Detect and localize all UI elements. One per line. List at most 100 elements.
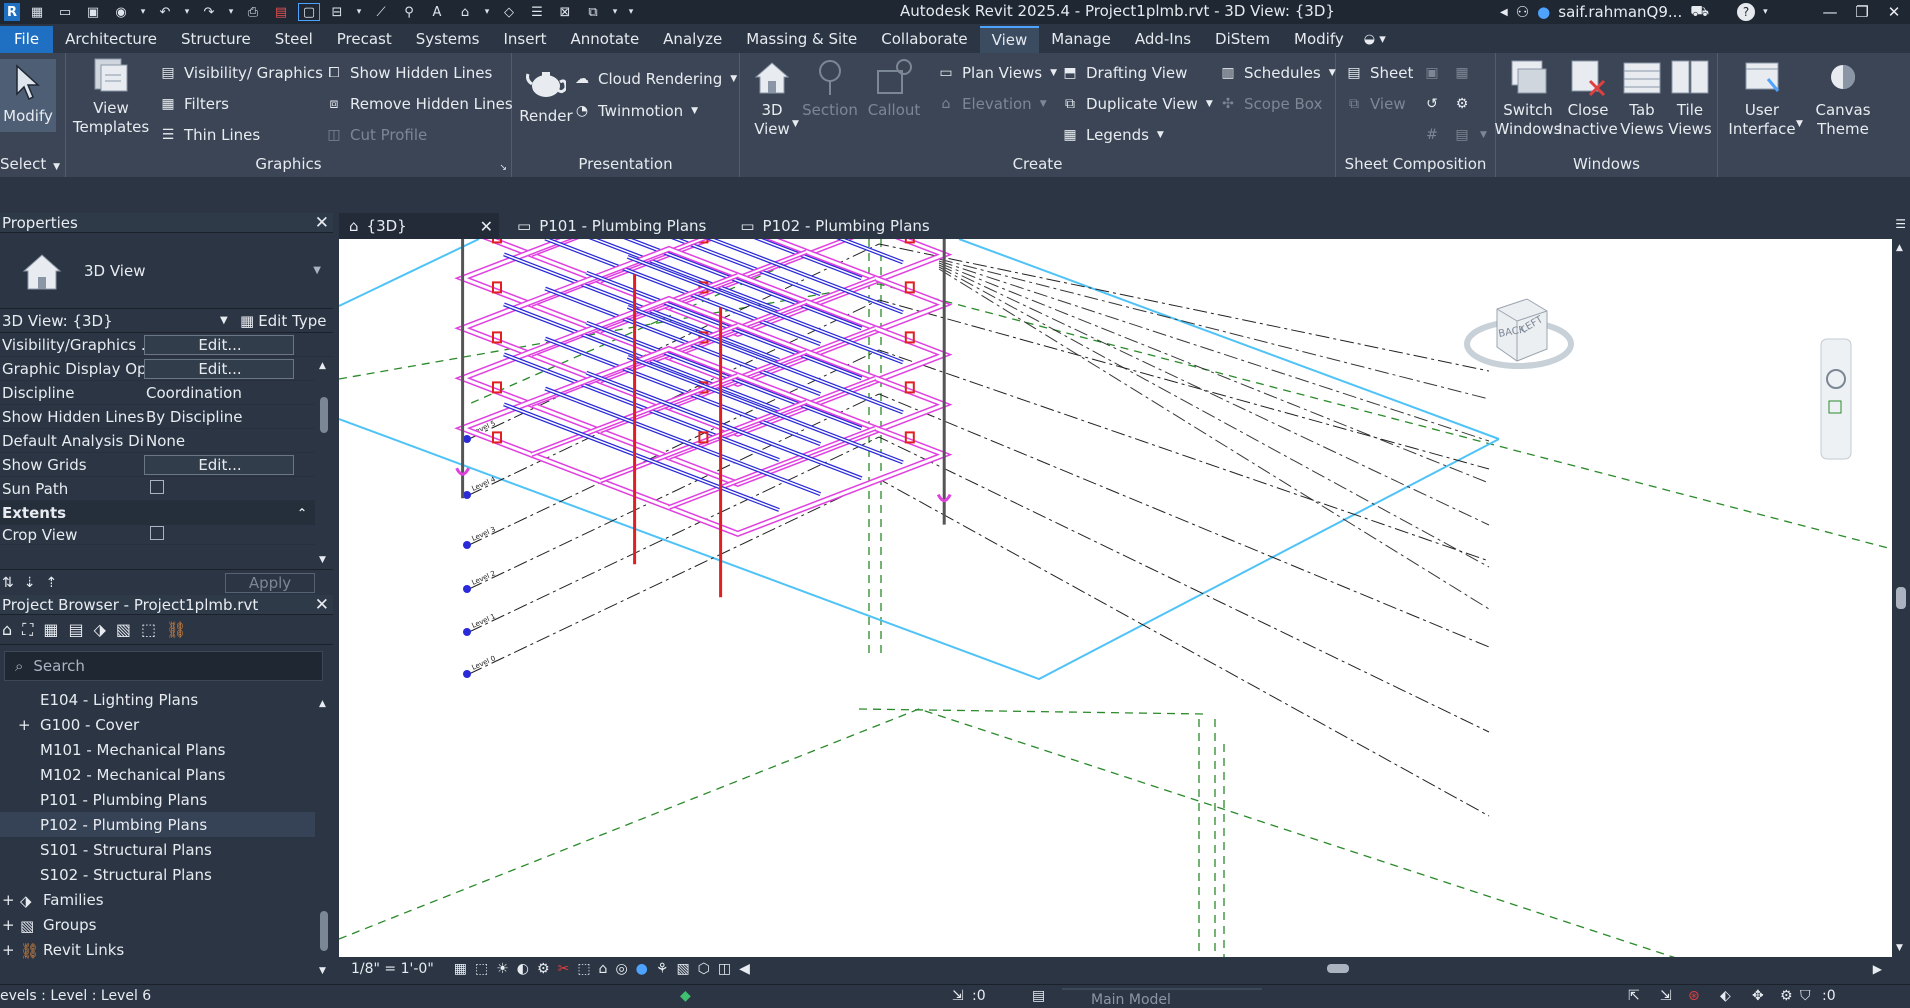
3d-view-button[interactable]: 3D View xyxy=(750,57,794,139)
revit-logo-icon[interactable]: R xyxy=(4,3,20,21)
close-icon[interactable]: ✕ xyxy=(1878,0,1910,24)
properties-scrollbar[interactable]: ▲ ▼ xyxy=(315,357,333,569)
list-item[interactable]: M102 - Mechanical Plans xyxy=(0,762,333,787)
undo-icon[interactable]: ↶ xyxy=(154,3,176,21)
sheet-button[interactable]: ▤ Sheet xyxy=(1344,61,1413,85)
crop-view-icon[interactable]: ✂ xyxy=(558,961,570,977)
remove-hidden-lines-button[interactable]: ⧈ Remove Hidden Lines xyxy=(324,92,513,116)
thin-lines-icon[interactable]: ☰ xyxy=(526,3,548,21)
expand-icon[interactable]: + xyxy=(2,916,15,934)
show-analytical-icon[interactable]: ⬡ xyxy=(698,961,710,977)
view-reference-icon[interactable]: # xyxy=(1422,123,1442,147)
help-icon[interactable]: ? xyxy=(1737,3,1756,21)
crop-view-checkbox[interactable] xyxy=(150,525,164,540)
restore-icon[interactable]: ❐ xyxy=(1846,0,1878,24)
chevron-down-icon[interactable]: ▾ xyxy=(354,3,364,21)
measure-icon[interactable]: ⊟ xyxy=(326,3,348,21)
elevation-button[interactable]: ⌂ Elevation ▼ xyxy=(936,92,1047,116)
open-icon[interactable]: ▭ xyxy=(54,3,76,21)
families-icon[interactable]: ⬗ xyxy=(94,620,106,639)
canvas-vertical-scrollbar[interactable]: ▲ ▼ xyxy=(1892,239,1910,957)
tab-add-ins[interactable]: Add-Ins xyxy=(1123,26,1203,53)
select-pinned-icon[interactable]: ⊛ xyxy=(1688,988,1700,1004)
filters-button[interactable]: ▦ Filters xyxy=(158,92,229,116)
3d-view-icon[interactable]: ⌂ xyxy=(454,3,476,21)
chevron-right-icon[interactable]: ▶ xyxy=(1873,962,1882,976)
visibility-graphics-button[interactable]: ▤ Visibility/ Graphics xyxy=(158,61,323,85)
minimize-icon[interactable]: — xyxy=(1814,0,1846,24)
expand-icon[interactable]: + xyxy=(2,891,15,909)
chevron-down-icon[interactable]: ▼ xyxy=(1796,119,1803,129)
text-icon[interactable]: A xyxy=(426,3,448,21)
canvas-theme-button[interactable]: Canvas Theme xyxy=(1808,57,1878,139)
tile-views-button[interactable]: Tile Views xyxy=(1668,57,1712,139)
groups-icon[interactable]: ▧ xyxy=(116,620,131,639)
arrow-left-icon[interactable]: ◀ xyxy=(1500,7,1508,18)
tab-analyze[interactable]: Analyze xyxy=(651,26,734,53)
tab-p101[interactable]: ▭ P101 - Plumbing Plans xyxy=(499,213,716,239)
print-icon[interactable]: ⎙ xyxy=(242,3,264,21)
expand-icon[interactable]: + xyxy=(18,716,31,734)
duplicate-view-button[interactable]: ⧉ Duplicate View ▼ xyxy=(1060,92,1213,116)
sheet-icon[interactable]: ▢ xyxy=(298,3,320,21)
chevron-down-icon[interactable]: ▾ xyxy=(182,3,192,21)
schedules-button[interactable]: ▥ Schedules ▼ xyxy=(1218,61,1335,85)
render-dialog-icon[interactable]: ⚙ xyxy=(537,961,550,977)
dimension-icon[interactable]: ⟋ xyxy=(370,3,392,21)
select-links-icon[interactable]: ⇱ xyxy=(1628,988,1640,1004)
edit-button[interactable]: Edit... xyxy=(144,334,294,355)
scope-box-button[interactable]: ✣ Scope Box xyxy=(1218,92,1322,116)
highlight-displacement-icon[interactable]: ◫ xyxy=(718,961,731,977)
chevron-down-icon[interactable]: ▾ xyxy=(610,3,620,21)
focus-icon[interactable]: ⛶ xyxy=(22,620,33,640)
section-button[interactable]: Section xyxy=(800,57,860,120)
tab-insert[interactable]: Insert xyxy=(492,26,559,53)
worksets-icon[interactable]: ⇲ xyxy=(952,988,964,1004)
cut-profile-button[interactable]: ◫ Cut Profile xyxy=(324,123,427,147)
list-item[interactable]: P101 - Plumbing Plans xyxy=(0,787,333,812)
user-name[interactable]: saif.rahmanQ9... xyxy=(1558,3,1682,21)
list-item[interactable]: + ⬗ Families xyxy=(0,887,333,912)
temporary-hide-icon[interactable]: ◎ xyxy=(615,961,627,977)
section-icon[interactable]: ◇ xyxy=(498,3,520,21)
collapse-icon[interactable]: ⌃ xyxy=(297,501,307,525)
browser-scrollbar[interactable]: ▲ ▼ xyxy=(315,695,333,980)
edit-button[interactable]: Edit... xyxy=(144,454,294,475)
drawing-canvas[interactable]: Level 5 Level 4 Level 3 Level 2 Level 1 Level… xyxy=(339,239,1892,957)
sheets-icon[interactable]: ▦ xyxy=(43,620,58,639)
apply-button[interactable]: Apply xyxy=(225,573,315,593)
revisions-icon[interactable]: ▦ xyxy=(1452,61,1472,85)
list-item[interactable]: S102 - Structural Plans xyxy=(0,862,333,887)
render-button[interactable]: Render xyxy=(516,63,576,126)
user-interface-button[interactable]: User Interface xyxy=(1728,57,1796,139)
select-underlay-icon[interactable]: ⇲ xyxy=(1660,988,1672,1004)
worksharing-icon[interactable]: ⚘ xyxy=(656,961,669,977)
links-icon[interactable]: ⛓ xyxy=(166,620,186,639)
chevron-down-icon[interactable]: ▾ xyxy=(226,3,236,21)
tab-collaborate[interactable]: Collaborate xyxy=(869,26,979,53)
show-hidden-lines-value[interactable]: By Discipline xyxy=(144,408,294,426)
select-group-label[interactable]: Select ▼ xyxy=(0,155,65,173)
twinmotion-button[interactable]: ◔ Twinmotion ▼ xyxy=(572,99,698,123)
sort-ascending-icon[interactable]: ⇣ xyxy=(24,575,36,591)
home-icon[interactable]: ▦ xyxy=(26,3,48,21)
tab-architecture[interactable]: Architecture xyxy=(53,26,169,53)
view-templates-button[interactable]: View Templates xyxy=(73,55,149,137)
show-crop-icon[interactable]: ⬚ xyxy=(577,961,590,977)
tab-views-button[interactable]: Tab Views xyxy=(1620,57,1664,139)
close-icon[interactable]: ✕ xyxy=(480,217,493,236)
viewcube-icon[interactable]: BACK LEFT xyxy=(1464,298,1574,369)
tab-file[interactable]: File xyxy=(0,26,54,53)
list-item[interactable]: + ▧ Groups xyxy=(0,912,333,937)
analysis-display-value[interactable]: None xyxy=(144,432,294,450)
tab-steel[interactable]: Steel xyxy=(263,26,325,53)
drafting-view-button[interactable]: ⬒ Drafting View xyxy=(1060,61,1187,85)
dialog-launcher-icon[interactable]: ↘ xyxy=(499,163,507,173)
redo-icon[interactable]: ↷ xyxy=(198,3,220,21)
drag-elements-icon[interactable]: ✥ xyxy=(1752,988,1764,1004)
scale-selector[interactable]: 1/8" = 1'-0" xyxy=(351,961,434,977)
background-process-icon[interactable]: ⚙ xyxy=(1780,988,1793,1004)
visual-style-icon[interactable]: ⬚ xyxy=(475,961,488,977)
tab-3d-view[interactable]: ⌂ {3D} ✕ xyxy=(339,213,499,239)
plan-views-button[interactable]: ▭ Plan Views ▼ xyxy=(936,61,1057,85)
